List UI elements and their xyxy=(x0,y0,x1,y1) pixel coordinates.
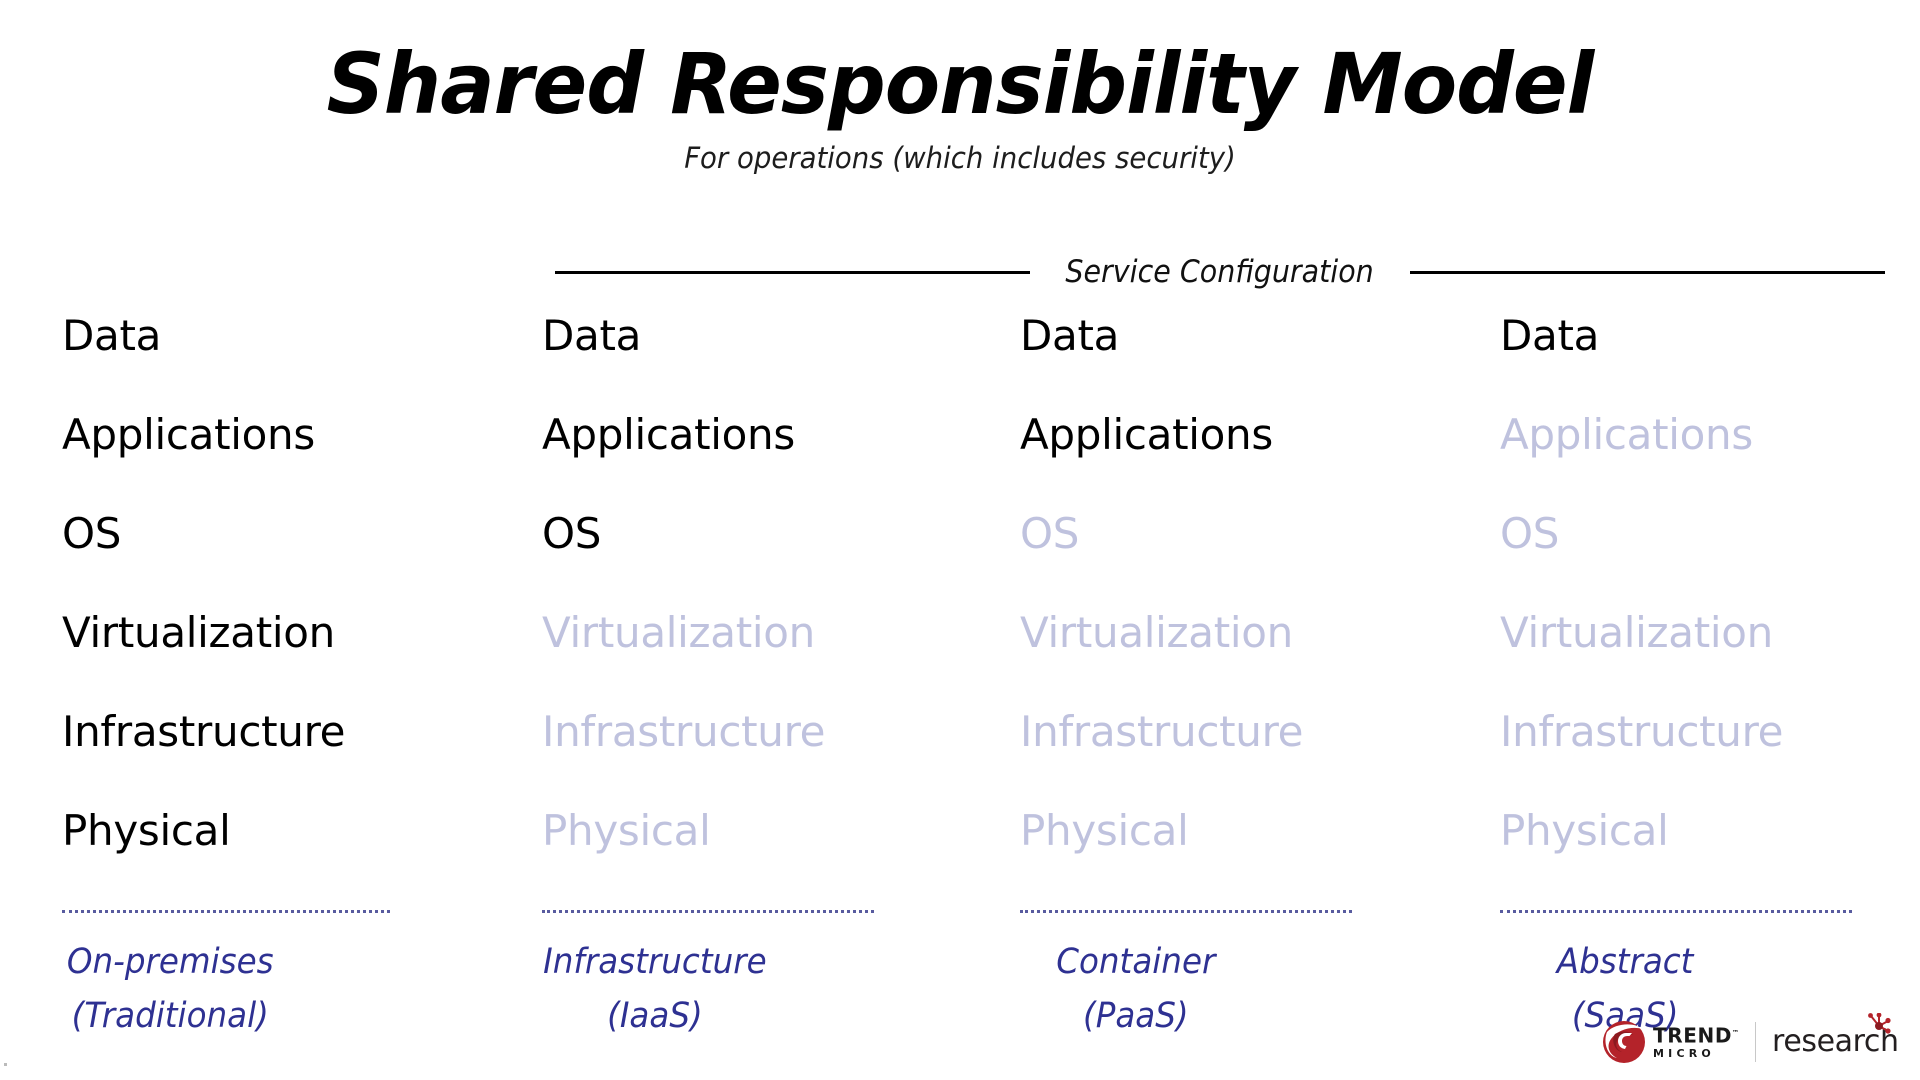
service-configuration-band: Service Configuration xyxy=(0,252,1920,292)
logo-divider xyxy=(1755,1022,1757,1062)
layer-row: Applications xyxy=(62,410,315,459)
layer-row: Physical xyxy=(542,806,711,855)
column-layer-list: Data Applications OS Virtualization Infr… xyxy=(480,310,960,904)
trend-micro-ball-icon xyxy=(1602,1020,1646,1064)
column-layer-list: Data Applications OS Virtualization Infr… xyxy=(0,310,480,904)
layer-row: Data xyxy=(1500,311,1600,360)
trademark-mark: ™ xyxy=(1732,1029,1740,1038)
band-rule-right xyxy=(1409,270,1886,274)
layer-row: OS xyxy=(1020,509,1080,558)
column-divider xyxy=(1500,910,1852,913)
column-caption: On-premises (Traditional) xyxy=(17,935,463,1043)
page-subtitle: For operations (which includes security) xyxy=(684,141,1236,175)
column-abstract-saas: Data Applications OS Virtualization Infr… xyxy=(1440,310,1920,1043)
column-caption-line1: Infrastructure xyxy=(543,942,767,982)
layer-row: Data xyxy=(542,311,642,360)
corner-dot xyxy=(4,1063,7,1066)
column-caption-line1: Abstract xyxy=(1556,942,1694,982)
brand-logo-lockup: TREND™ MICRO research xyxy=(1602,1012,1899,1070)
title-block: Shared Responsibility Model For operatio… xyxy=(0,36,1920,176)
layer-row: Infrastructure xyxy=(1500,707,1784,756)
trend-micro-logo: TREND™ MICRO xyxy=(1602,1020,1739,1064)
column-caption-line2: (PaaS) xyxy=(1083,996,1189,1036)
research-node-icon xyxy=(1866,1012,1892,1035)
layer-row: Physical xyxy=(1500,806,1669,855)
layer-row: Virtualization xyxy=(542,608,815,657)
trend-micro-wordmark: TREND™ MICRO xyxy=(1653,1023,1739,1061)
layer-row: OS xyxy=(542,509,602,558)
layer-row: Virtualization xyxy=(62,608,335,657)
layer-row: Applications xyxy=(1020,410,1273,459)
layer-row: Infrastructure xyxy=(1020,707,1304,756)
trend-micro-brand-line1: TREND™ xyxy=(1653,1023,1740,1048)
layer-row: Applications xyxy=(542,410,795,459)
column-layer-list: Data Applications OS Virtualization Infr… xyxy=(960,310,1440,904)
column-on-premises: Data Applications OS Virtualization Infr… xyxy=(0,310,480,1043)
column-container-paas: Data Applications OS Virtualization Infr… xyxy=(960,310,1440,1043)
layer-row: Data xyxy=(1020,311,1120,360)
column-divider xyxy=(62,910,390,913)
column-divider xyxy=(542,910,874,913)
trend-micro-brand-line2: MICRO xyxy=(1653,1046,1715,1060)
band-rule-left xyxy=(555,270,1031,274)
page-title: Shared Responsibility Model xyxy=(326,35,1595,133)
column-caption-line1: On-premises xyxy=(66,942,274,982)
responsibility-columns: Data Applications OS Virtualization Infr… xyxy=(0,310,1920,1043)
column-caption: Container (PaaS) xyxy=(977,935,1423,1043)
column-caption-line1: Container xyxy=(1056,942,1216,982)
column-caption-line2: (Traditional) xyxy=(71,996,269,1036)
layer-row: Physical xyxy=(1020,806,1189,855)
layer-row: Virtualization xyxy=(1020,608,1293,657)
layer-row: OS xyxy=(62,509,122,558)
column-divider xyxy=(1020,910,1352,913)
layer-row: Virtualization xyxy=(1500,608,1773,657)
layer-row: OS xyxy=(1500,509,1560,558)
layer-row: Infrastructure xyxy=(62,707,346,756)
column-layer-list: Data Applications OS Virtualization Infr… xyxy=(1440,310,1920,904)
layer-row: Physical xyxy=(62,806,231,855)
column-infrastructure-iaas: Data Applications OS Virtualization Infr… xyxy=(480,310,960,1043)
research-logo: research xyxy=(1772,1012,1899,1058)
layer-row: Applications xyxy=(1500,410,1753,459)
service-configuration-label: Service Configuration xyxy=(1065,254,1375,290)
column-caption-line2: (IaaS) xyxy=(607,996,703,1036)
column-caption: Infrastructure (IaaS) xyxy=(497,935,943,1043)
layer-row: Data xyxy=(62,311,162,360)
layer-row: Infrastructure xyxy=(542,707,826,756)
